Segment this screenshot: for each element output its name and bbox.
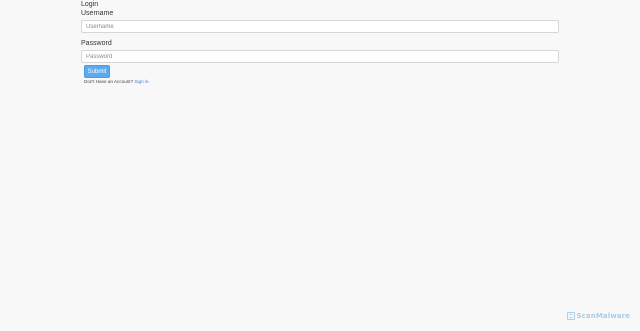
signup-link[interactable]: Sign in. bbox=[134, 79, 149, 84]
scanmalware-logo-icon bbox=[566, 312, 575, 320]
username-input[interactable] bbox=[81, 20, 559, 33]
login-form: Login Username Password bbox=[81, 0, 559, 63]
password-label: Password bbox=[81, 40, 112, 47]
signup-prompt: Don't Have an Account? bbox=[84, 79, 134, 84]
watermark: ScanMalware bbox=[566, 312, 630, 320]
password-input[interactable] bbox=[81, 50, 559, 63]
signup-line: Don't Have an Account? Sign in. bbox=[84, 79, 150, 85]
login-title: Login bbox=[81, 1, 99, 8]
username-label: Username bbox=[81, 10, 114, 17]
watermark-text: ScanMalware bbox=[576, 312, 630, 320]
submit-button[interactable]: Submit bbox=[84, 65, 110, 78]
